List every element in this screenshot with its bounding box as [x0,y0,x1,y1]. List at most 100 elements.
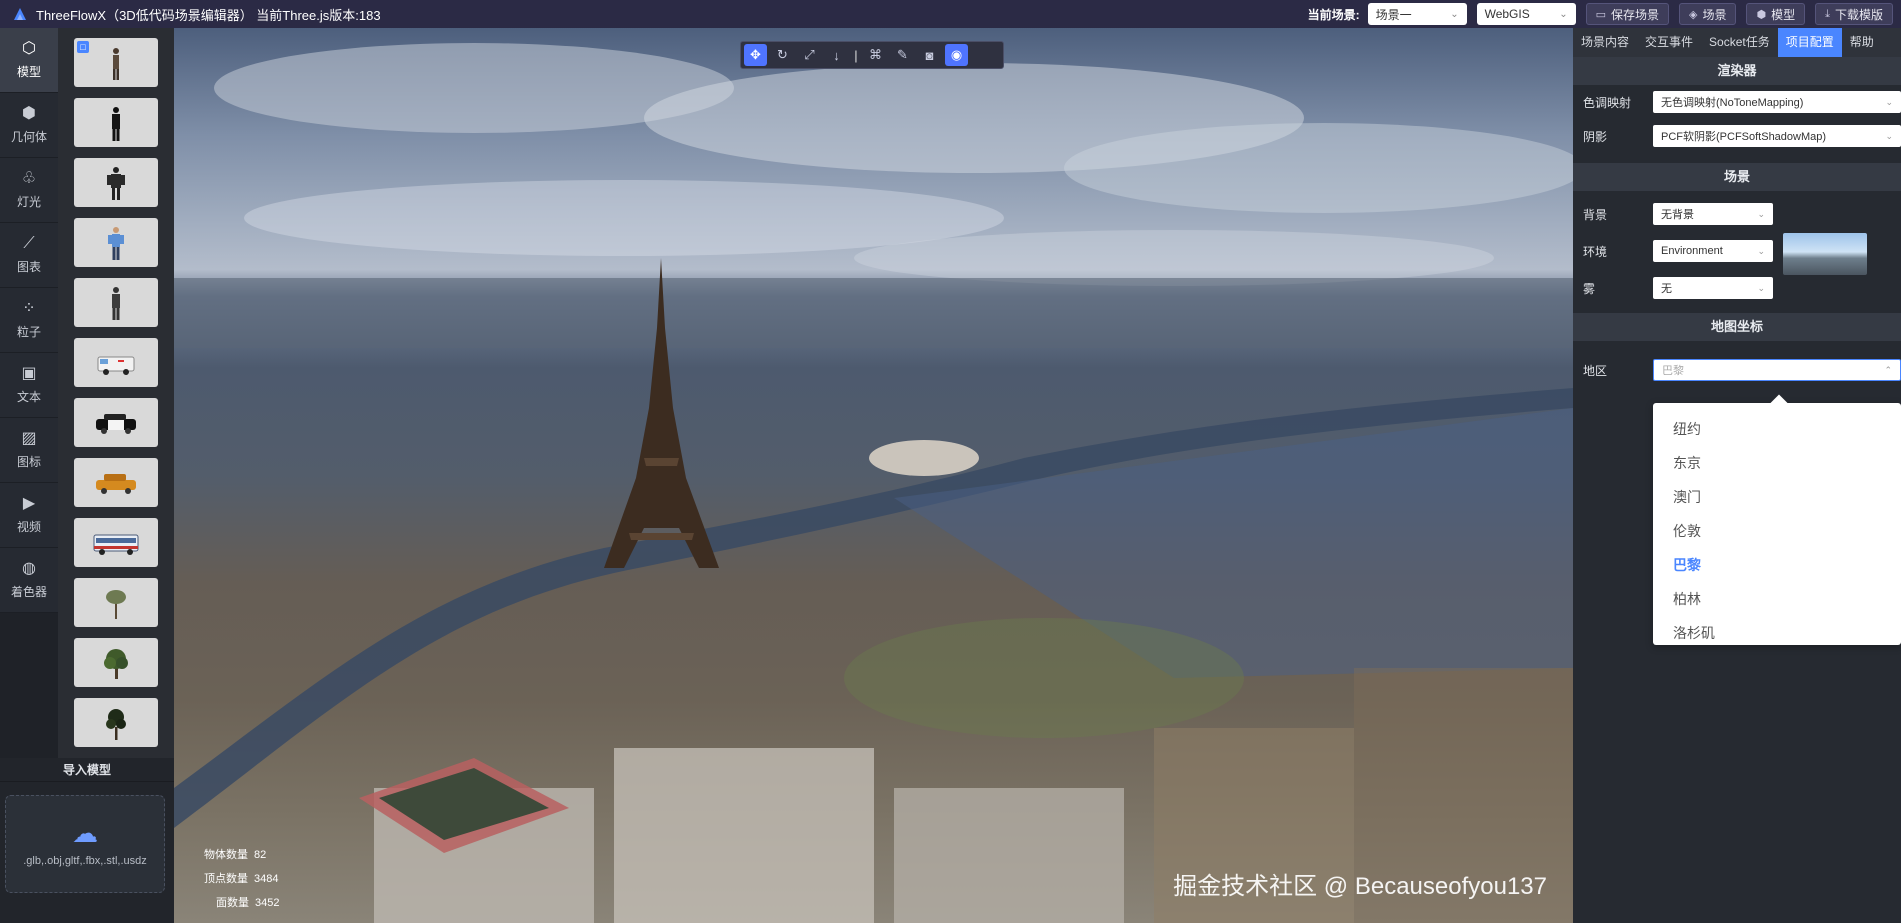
sidebar-item-icon[interactable]: ▨ 图标 [0,418,58,483]
region-row: 地区 巴黎 ⌃ [1573,353,1901,387]
scale-tool-icon[interactable]: ⤢ [798,44,821,66]
region-placeholder: 巴黎 [1662,365,1684,377]
sidebar-item-text[interactable]: ▣ 文本 [0,353,58,418]
sidebar-item-shader[interactable]: ◍ 着色器 [0,548,58,613]
camera-icon[interactable]: ◙ [918,44,941,66]
model-thumb-tree-3[interactable] [74,698,158,747]
environment-value: Environment [1661,245,1723,257]
model-thumb-figure-2[interactable] [74,98,158,147]
tab-project-config[interactable]: 项目配置 [1777,28,1842,57]
scene-button[interactable]: ◈ 场景 [1679,3,1737,25]
tone-mapping-select[interactable]: 无色调映射(NoToneMapping) ⌄ [1653,91,1901,113]
fog-select[interactable]: 无 ⌄ [1653,277,1773,299]
environment-row: 环境 Environment ⌄ [1573,231,1901,275]
scene-select[interactable]: 场景一 ⌄ [1367,3,1467,25]
ambulance-icon [97,356,135,375]
sidebar-item-label: 文本 [16,389,41,404]
tab-interaction-events[interactable]: 交互事件 [1637,28,1701,57]
rotate-tool-icon[interactable]: ↻ [771,44,794,66]
region-option-new-york[interactable]: 纽约 [1653,412,1901,446]
shadow-row: 阴影 PCF软阴影(PCFSoftShadowMap) ⌄ [1573,119,1901,153]
model-button-label: 模型 [1771,7,1796,22]
drop-to-ground-icon[interactable]: ↓ [825,44,848,66]
region-option-tokyo[interactable]: 东京 [1653,446,1901,480]
3d-viewport[interactable]: ✥ ↻ ⤢ ↓ | ⌘ ✎ ◙ ◉ 物体数量 82 顶点数量 3484 面数量 345… [174,28,1573,923]
faces-label: 面数量 [216,897,249,909]
properties-tabs: 场景内容 交互事件 Socket任务 项目配置 帮助 [1573,28,1901,57]
chevron-down-icon: ⌄ [1757,208,1765,219]
pen-tool-icon[interactable]: ✎ [891,44,914,66]
region-option-london[interactable]: 伦敦 [1653,514,1901,548]
region-dropdown: 纽约 东京 澳门 伦敦 巴黎 柏林 洛杉矶 [1653,403,1901,645]
save-icon: ▭ [1595,8,1606,21]
import-model-title: 导入模型 [0,758,174,782]
chevron-up-icon: ⌃ [1884,364,1892,375]
sidebar-item-label: 几何体 [10,129,47,144]
chevron-down-icon: ⌄ [1757,245,1765,256]
person-icon [107,166,125,200]
person-icon [112,286,120,320]
sidebar-item-label: 灯光 [16,194,41,209]
model-button[interactable]: ⬢ 模型 [1746,3,1806,25]
fog-value: 无 [1661,283,1672,295]
model-thumb-police-car[interactable] [74,398,158,447]
sidebar-item-geometry[interactable]: ⬢ 几何体 [0,93,58,158]
bus-icon [93,534,139,555]
sidebar-item-chart[interactable]: ⟋ 图表 [0,223,58,288]
cube-icon: ⬢ [1756,8,1767,21]
region-option-paris[interactable]: 巴黎 [1653,548,1901,582]
measure-tool-icon[interactable]: ⌘ [864,44,887,66]
model-thumb-tree-1[interactable] [74,578,158,627]
toggle-view-icon[interactable]: ◉ [945,44,968,66]
region-option-macau[interactable]: 澳门 [1653,480,1901,514]
app-title: ThreeFlowX（3D低代码场景编辑器） 当前Three.js版本:183 [36,7,381,23]
environment-select[interactable]: Environment ⌄ [1653,240,1773,262]
shadow-select[interactable]: PCF软阴影(PCFSoftShadowMap) ⌄ [1653,125,1901,147]
import-model-panel: 导入模型 ☁ .glb,.obj,gltf,.fbx,.stl,.usdz [0,758,174,923]
person-icon [113,47,119,80]
fog-label: 雾 [1583,281,1596,296]
shadow-value: PCF软阴影(PCFSoftShadowMap) [1661,131,1827,143]
model-thumb-taxi[interactable] [74,458,158,507]
watermark: 掘金技术社区 @ Becauseofyou137 [1173,873,1547,900]
sidebar-item-video[interactable]: ▶ 视频 [0,483,58,548]
tab-scene-content[interactable]: 场景内容 [1573,28,1637,57]
chevron-down-icon: ⌄ [1885,130,1893,141]
tab-help[interactable]: 帮助 [1842,28,1882,57]
environment-preview-image[interactable] [1783,233,1867,275]
upload-hint: .glb,.obj,gltf,.fbx,.stl,.usdz [23,855,147,867]
fog-row: 雾 无 ⌄ [1573,271,1901,305]
region-option-los-angeles[interactable]: 洛杉矶 [1653,616,1901,650]
move-tool-icon[interactable]: ✥ [744,44,767,66]
model-thumb-figure-3[interactable] [74,158,158,207]
model-thumb-figure-5[interactable] [74,278,158,327]
chevron-down-icon: ⌄ [1450,8,1459,20]
model-thumb-bus[interactable] [74,518,158,567]
background-select[interactable]: 无背景 ⌄ [1653,203,1773,225]
upload-dropzone[interactable]: ☁ .glb,.obj,gltf,.fbx,.stl,.usdz [5,795,165,893]
model-thumb-figure-4[interactable] [74,218,158,267]
scene-section-title: 场景 [1573,163,1901,191]
sidebar-item-label: 粒子 [16,324,41,339]
mode-select[interactable]: WebGIS ⌄ [1476,3,1576,25]
tab-socket-tasks[interactable]: Socket任务 [1701,28,1778,57]
layers-icon: ◈ [1689,8,1698,21]
model-thumb-ambulance[interactable] [74,338,158,387]
renderer-section-title: 渲染器 [1573,57,1901,85]
region-option-berlin[interactable]: 柏林 [1653,582,1901,616]
download-template-button[interactable]: ⤓ 下载模版 [1815,3,1893,25]
region-select[interactable]: 巴黎 ⌃ [1653,359,1901,381]
model-thumb-figure-1[interactable]: □ [74,38,158,87]
sidebar-item-light[interactable]: ♧ 灯光 [0,158,58,223]
light-icon: ♧ [21,169,37,187]
model-thumb-tree-2[interactable] [74,638,158,687]
sidebar-item-label: 图标 [16,454,41,469]
background-row: 背景 无背景 ⌄ [1573,197,1901,231]
palette-icon: ◍ [22,559,36,577]
tone-mapping-label: 色调映射 [1583,95,1632,110]
sidebar-item-model[interactable]: ⬡ 模型 [0,28,58,93]
save-scene-button[interactable]: ▭ 保存场景 [1585,3,1669,25]
scene-button-label: 场景 [1702,7,1727,22]
video-icon: ▶ [22,494,36,512]
sidebar-item-particles[interactable]: ⁘ 粒子 [0,288,58,353]
